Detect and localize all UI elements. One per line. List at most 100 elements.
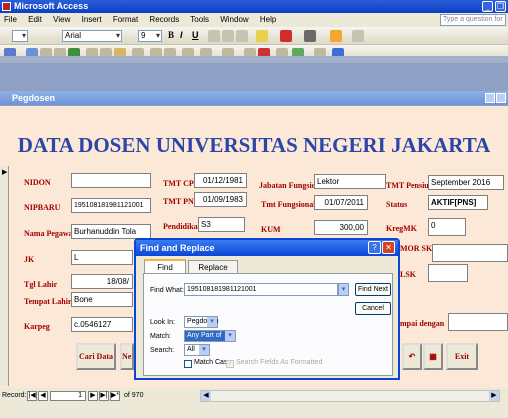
match-case-checkbox[interactable] [184,360,192,368]
nipbaru-label: NIPBARU [24,203,61,212]
look-in-label: Look In: [150,319,175,326]
menu-records[interactable]: Records [149,15,179,24]
look-in-select[interactable]: Pegdosen ▾ [184,316,219,328]
special-effect-icon[interactable] [352,30,364,42]
record-total: of 970 [124,392,144,399]
scroll-right-icon[interactable]: ▶ [489,391,499,401]
pendidikan-field[interactable]: S3 [198,217,245,232]
find-what-dropdown-icon[interactable]: ▾ [338,283,349,296]
align-center-icon[interactable] [222,30,234,42]
tmt-pensiun-field[interactable]: September 2016 [428,175,504,190]
help-search-input[interactable]: Type a question for help [440,14,506,26]
next-button[interactable]: Nex [120,343,134,370]
tmt-pns-label: TMT PNS [163,197,199,206]
nama-pegawai-field[interactable]: Burhanuddin Tola [71,224,151,239]
kum-field[interactable]: 300,00 [314,220,368,235]
font-color-icon[interactable] [280,30,292,42]
previous-record-button[interactable]: ◀ [38,391,48,401]
tmt-pns-field[interactable]: 01/09/1983 [194,192,247,207]
tab-find[interactable]: Find [144,259,186,273]
kregmk-field[interactable]: 0 [428,218,466,236]
find-what-input[interactable]: 195108181981121001 [184,283,338,296]
lsk-label: LSK [400,270,417,279]
printer-icon: ▦ [429,352,437,361]
dialog-help-button[interactable]: ? [368,241,381,254]
jk-label: JK [24,255,35,264]
status-label: Status [386,200,408,209]
font-name-select[interactable]: Arial [62,30,122,42]
tab-replace[interactable]: Replace [188,260,238,274]
sampai-dengan-label: mpai dengan [400,319,445,328]
search-select[interactable]: All ▾ [184,344,210,356]
menu-view[interactable]: View [53,15,70,24]
karpeg-field[interactable]: c.0546127 [71,317,133,332]
form-minimize-button[interactable] [485,93,495,103]
last-record-button[interactable]: ▶| [99,391,109,401]
bold-button[interactable]: B [168,30,174,40]
find-what-label: Find What: [150,287,184,294]
nidn-field[interactable] [71,173,151,188]
cancel-button[interactable]: Cancel [355,302,391,315]
object-selector[interactable] [12,30,28,42]
search-dropdown-icon: ▾ [199,345,209,355]
access-app-icon [2,2,11,11]
nipbaru-field[interactable]: 195108181981121001 [71,198,151,213]
tempat-lahir-field[interactable]: Bone [71,292,133,307]
restore-button[interactable]: ❐ [495,1,506,12]
nomor-sk-label: MOR SK [400,244,433,253]
lsk-field[interactable] [428,264,468,282]
first-record-button[interactable]: |◀ [27,391,37,401]
dialog-title-bar: Find and Replace [136,240,398,256]
match-select[interactable]: Any Part of Field▾ [184,330,236,349]
next-record-button[interactable]: ▶ [88,391,98,401]
status-field[interactable]: AKTIF[PNS] [428,195,488,210]
undo-button[interactable]: ↶ [402,343,422,370]
line-width-icon[interactable] [330,30,342,42]
italic-button[interactable]: I [180,30,183,40]
nama-pegawai-label: Nama Pegawai [24,229,75,238]
tmt-cpns-field[interactable]: 01/12/1981 [194,173,247,188]
scroll-left-icon[interactable]: ◀ [201,391,211,401]
nomor-sk-field[interactable] [432,244,508,262]
print-button[interactable]: ▦ [423,343,443,370]
menu-window[interactable]: Window [220,15,248,24]
search-formatted-checkbox[interactable]: ✓ [226,360,234,368]
underline-button[interactable]: U [192,30,199,40]
horizontal-scrollbar[interactable] [200,390,500,402]
exit-button[interactable]: Exit [446,343,478,370]
find-replace-dialog: Find and Replace ? ✕ Find Replace Find W… [134,238,400,380]
dialog-title: Find and Replace [140,243,215,253]
form-title-bar: Pegdosen [0,91,508,105]
record-selector[interactable] [0,166,9,386]
app-title-bar: Microsoft Access [0,0,508,13]
cari-data-button[interactable]: Cari Data [76,343,116,370]
line-color-icon[interactable] [304,30,316,42]
current-record-input[interactable]: 1 [50,391,86,401]
menu-help[interactable]: Help [260,15,276,24]
dialog-close-button[interactable]: ✕ [382,241,395,254]
find-next-button[interactable]: Find Next [355,283,391,296]
tgl-lahir-field[interactable]: 18/08/ [71,274,133,289]
minimize-button[interactable]: _ [482,1,493,12]
font-size-select[interactable]: 9 [138,30,162,42]
kregmk-label: KregMK [386,224,417,233]
tmt-fungsional-field[interactable]: 01/07/2011 [314,195,368,210]
new-record-button[interactable]: ▶* [110,391,120,401]
menu-tools[interactable]: Tools [190,15,209,24]
fill-color-icon[interactable] [256,30,268,42]
align-right-icon[interactable] [236,30,248,42]
menu-insert[interactable]: Insert [82,15,102,24]
form-heading: DATA DOSEN UNIVERSITAS NEGERI JAKARTA [17,133,491,157]
jk-field[interactable]: L [71,250,133,265]
formatting-toolbar: Arial 9 B I U [0,27,508,45]
sampai-dengan-field[interactable] [448,313,508,331]
jabatan-fungsional-field[interactable]: Lektor [314,174,386,189]
align-left-icon[interactable] [208,30,220,42]
menu-format[interactable]: Format [113,15,138,24]
tempat-lahir-label: Tempat Lahir [24,297,72,306]
kum-label: KUM [261,225,281,234]
menu-file[interactable]: File [4,15,17,24]
menu-edit[interactable]: Edit [28,15,42,24]
search-formatted-label: Search Fields As Formatted [236,359,323,366]
form-maximize-button[interactable] [496,93,506,103]
